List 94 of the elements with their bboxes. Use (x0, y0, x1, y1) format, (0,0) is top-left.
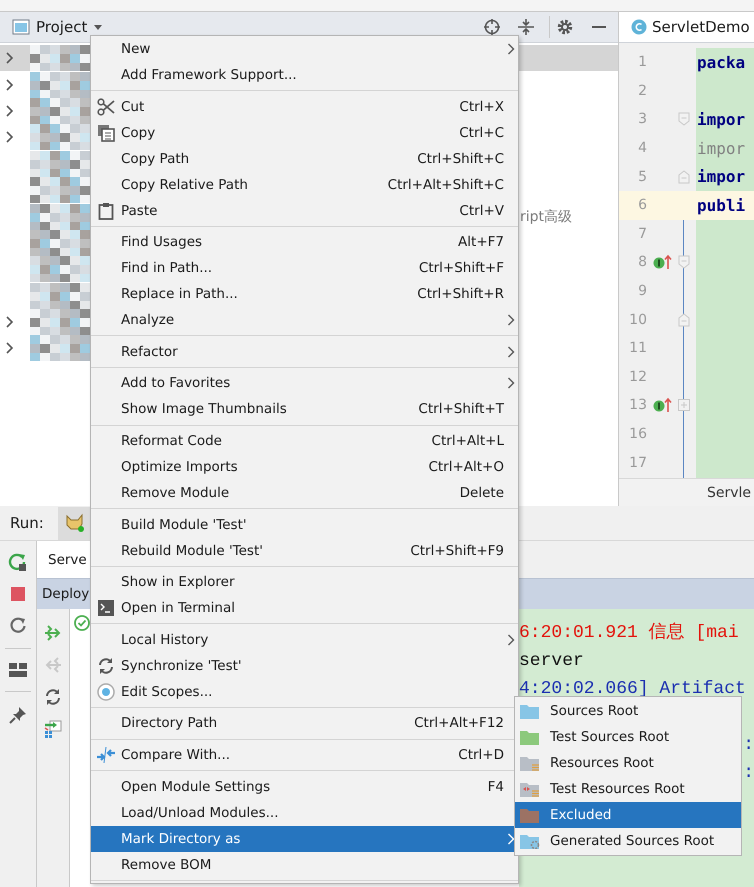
terminal-icon (98, 600, 114, 616)
success-check-icon (74, 615, 90, 631)
scissors-icon (97, 98, 115, 116)
layout-icon[interactable] (9, 663, 27, 677)
menu-item[interactable]: Build Module 'Test' (91, 512, 518, 538)
menu-item[interactable]: Remove Module Delete (91, 480, 518, 506)
menu-item[interactable]: Sources Root (515, 698, 741, 724)
fold-marker-icon[interactable] (678, 255, 690, 270)
line-number: 13 (628, 397, 647, 414)
line-number: 17 (628, 454, 647, 471)
menu-item[interactable]: Test Sources Root (515, 724, 741, 750)
menu-item[interactable]: Show Image Thumbnails Ctrl+Shift+T (91, 396, 518, 422)
line-number: 12 (628, 368, 647, 385)
menu-item[interactable]: Generated Sources Root (515, 828, 741, 854)
clipboard-icon (98, 202, 114, 220)
code-text: impor (697, 167, 746, 186)
line-number: 16 (628, 426, 647, 442)
line-number: 8 (637, 254, 647, 270)
code-text: impor (697, 110, 746, 129)
panel-title: Run: (10, 514, 45, 532)
collapse-icon[interactable] (517, 18, 535, 36)
menu-item[interactable]: Resources Root (515, 750, 741, 776)
menu-item[interactable]: Compare With... Ctrl+D (91, 742, 518, 768)
panel-title[interactable]: Project (36, 18, 88, 36)
menu-item[interactable]: Optimize Imports Ctrl+Alt+O (91, 454, 518, 480)
cat-icon (64, 513, 86, 533)
rerun-icon[interactable] (8, 552, 28, 572)
menu-item[interactable]: Copy Relative Path Ctrl+Alt+Shift+C (91, 172, 518, 198)
line-number: 2 (637, 82, 647, 99)
menu-item[interactable]: Paste Ctrl+V (91, 198, 518, 224)
console-line: 4:20:02.066] Artifact (519, 678, 747, 701)
restart-icon[interactable] (9, 616, 27, 634)
console-text: : (743, 734, 754, 757)
menu-item[interactable]: Load/Unload Modules... (91, 800, 518, 826)
line-number: 9 (637, 283, 647, 300)
menu-item[interactable]: Find Usages Alt+F7 (91, 229, 518, 256)
refresh-icon[interactable] (44, 688, 62, 706)
console-line: 6:20:01.921 信息 [mai (519, 621, 740, 645)
menu-item[interactable]: Add to Favorites (91, 370, 518, 396)
line-number: 11 (628, 340, 647, 356)
code-text: publi (697, 196, 746, 215)
line-number: 7 (637, 226, 647, 242)
menu-item[interactable]: Refactor (91, 338, 518, 365)
menu-item[interactable]: Open Module Settings F4 (91, 774, 518, 800)
stop-icon[interactable] (10, 586, 26, 602)
undeploy-icon (44, 656, 62, 674)
radio-target-icon (97, 682, 115, 701)
override-marker-icon[interactable] (653, 397, 673, 414)
menu-item[interactable]: Excluded (515, 802, 741, 828)
line-number: 1 (637, 54, 647, 70)
menu-item[interactable]: Copy Path Ctrl+Shift+C (91, 146, 518, 172)
line-number: 3 (637, 111, 647, 128)
menu-item[interactable]: Copy Ctrl+C (91, 120, 518, 146)
console-line: server (519, 650, 585, 673)
compare-icon (96, 746, 116, 764)
line-number: 5 (637, 168, 647, 185)
menu-item[interactable]: Synchronize 'Test' (91, 652, 518, 679)
line-number: 4 (637, 140, 647, 156)
menu-item[interactable]: Find in Path... Ctrl+Shift+F (91, 255, 518, 282)
fold-marker-icon[interactable] (678, 312, 690, 327)
fold-marker-icon[interactable] (678, 112, 690, 126)
menu-item[interactable]: New (91, 36, 518, 62)
menu-item[interactable]: Remove BOM (91, 852, 518, 878)
pin-icon[interactable] (9, 706, 27, 724)
line-number: 10 (628, 312, 647, 328)
window-icon (12, 19, 30, 35)
menu-item[interactable]: Local History (91, 626, 518, 653)
column-header: Deploy (42, 586, 90, 602)
menu-item[interactable]: Cut Ctrl+X (91, 94, 518, 120)
menu-item[interactable]: Replace in Path... Ctrl+Shift+R (91, 281, 518, 308)
settings-icon[interactable] (556, 18, 574, 36)
caret-icon[interactable] (93, 23, 104, 31)
crosshair-icon[interactable] (483, 18, 501, 36)
menu-item[interactable]: Analyze (91, 307, 518, 334)
deploy-artifact-icon[interactable] (44, 720, 62, 738)
line-number: 6 (637, 197, 647, 214)
menu-item[interactable]: Reformat Code Ctrl+Alt+L (91, 428, 518, 454)
console-text: : (743, 762, 754, 785)
fold-marker-icon[interactable] (678, 170, 690, 184)
code-text: packa (697, 52, 746, 72)
menu-item[interactable]: Test Resources Root (515, 776, 741, 802)
run-config-tab[interactable] (58, 506, 92, 540)
override-marker-icon[interactable] (653, 254, 673, 270)
menu-item[interactable]: Add Framework Support... (91, 62, 518, 88)
editor-tab[interactable]: Servle (707, 484, 752, 500)
copy-icon (97, 124, 115, 142)
sync-icon (97, 656, 115, 675)
menu-item[interactable]: Directory Path Ctrl+Alt+F12 (91, 710, 518, 736)
editor-tab[interactable]: ServletDemo (619, 12, 754, 42)
tree-item-label: ript高级 (520, 208, 572, 226)
menu-item[interactable]: Open in Terminal (91, 595, 518, 622)
code-text: impor (697, 138, 746, 158)
class-icon (631, 19, 647, 35)
menu-item[interactable]: Edit Scopes... (91, 678, 518, 705)
